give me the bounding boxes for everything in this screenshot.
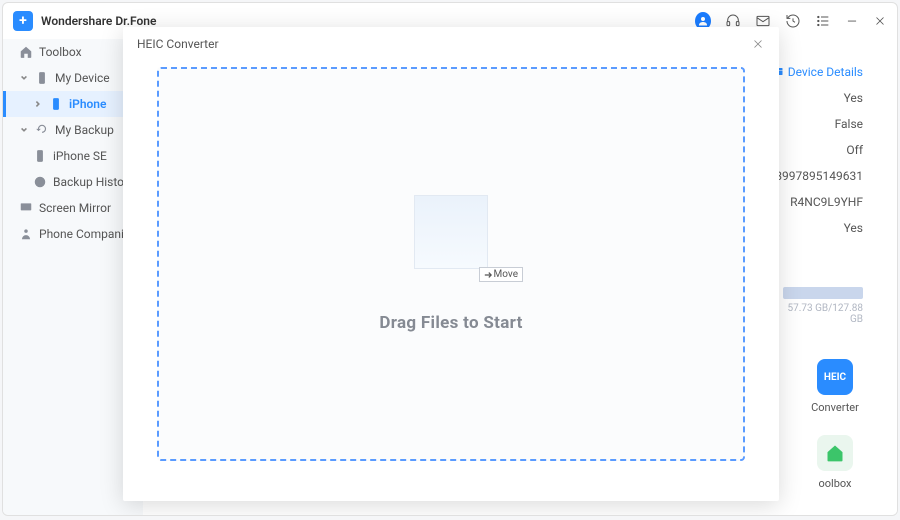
shortcut-toolbox[interactable]: oolbox <box>795 435 875 490</box>
sidebar-item-toolbox[interactable]: Toolbox <box>3 39 143 65</box>
device-value: Yes <box>775 221 863 235</box>
shortcut-label: oolbox <box>795 477 875 490</box>
chevron-down-icon <box>19 74 29 82</box>
app-logo-icon: + <box>13 11 33 31</box>
device-value: Off <box>775 143 863 157</box>
minimize-button[interactable] <box>845 14 859 28</box>
close-button[interactable] <box>873 14 887 28</box>
storage-bar <box>783 287 863 299</box>
device-value: R4NC9L9YHF <box>775 195 863 209</box>
chevron-down-icon <box>19 126 29 134</box>
backup-icon <box>35 123 49 137</box>
list-icon[interactable] <box>815 13 831 29</box>
dropzone-text: Drag Files to Start <box>379 313 522 333</box>
companion-icon <box>19 227 33 241</box>
dropzone-thumb-icon: Move <box>414 195 488 269</box>
shortcut-heic-converter[interactable]: HEIC Converter <box>795 359 875 414</box>
device-values: Yes False Off 3997895149631 R4NC9L9YHF Y… <box>775 91 863 235</box>
sidebar-item-backup-history[interactable]: Backup History <box>3 169 143 195</box>
sidebar-item-my-device[interactable]: My Device <box>3 65 143 91</box>
device-details-link[interactable]: Device Details <box>772 65 863 79</box>
sidebar-item-iphone[interactable]: iPhone <box>3 91 143 117</box>
toolbox-shortcut-icon <box>817 435 853 471</box>
sidebar-item-iphone-se[interactable]: iPhone SE <box>3 143 143 169</box>
monitor-icon <box>19 201 33 215</box>
home-icon <box>19 45 33 59</box>
storage-text: 57.73 GB/127.88 GB <box>783 303 863 325</box>
move-label: Move <box>494 269 518 280</box>
sidebar-item-my-backup[interactable]: My Backup <box>3 117 143 143</box>
phone-icon <box>49 97 63 111</box>
file-dropzone[interactable]: Move Drag Files to Start <box>157 67 745 461</box>
sidebar-item-label: My Backup <box>55 123 114 137</box>
move-cursor-tooltip: Move <box>479 267 523 282</box>
modal-close-button[interactable] <box>751 37 765 51</box>
history-icon <box>33 175 47 189</box>
phone-icon <box>35 71 49 85</box>
app-window: + Wondershare Dr.Fone Toolbox My Device … <box>2 2 898 516</box>
modal-header: HEIC Converter <box>123 27 779 61</box>
device-value: Yes <box>775 91 863 105</box>
device-value: 3997895149631 <box>775 169 863 183</box>
device-details-label: Device Details <box>788 65 863 79</box>
heic-converter-modal: HEIC Converter Move Drag Files to Start <box>123 27 779 501</box>
sidebar-item-label: iPhone SE <box>53 149 107 163</box>
sidebar-item-label: Toolbox <box>39 45 82 59</box>
chevron-right-icon <box>33 100 43 108</box>
modal-title: HEIC Converter <box>137 37 219 51</box>
sidebar-item-screen-mirror[interactable]: Screen Mirror <box>3 195 143 221</box>
phone-icon <box>33 149 47 163</box>
sidebar-item-label: iPhone <box>69 97 106 111</box>
sidebar-item-label: Backup History <box>53 175 134 189</box>
heic-badge-icon: HEIC <box>817 359 853 395</box>
device-value: False <box>775 117 863 131</box>
sidebar: Toolbox My Device iPhone My Backup iPhon… <box>3 39 143 515</box>
sidebar-item-label: Screen Mirror <box>39 201 111 215</box>
app-title: Wondershare Dr.Fone <box>41 14 156 28</box>
storage-block: 57.73 GB/127.88 GB <box>783 287 863 325</box>
history-icon[interactable] <box>785 13 801 29</box>
sidebar-item-label: My Device <box>55 71 110 85</box>
sidebar-item-phone-companion[interactable]: Phone Companion <box>3 221 143 247</box>
shortcut-label: Converter <box>795 401 875 414</box>
